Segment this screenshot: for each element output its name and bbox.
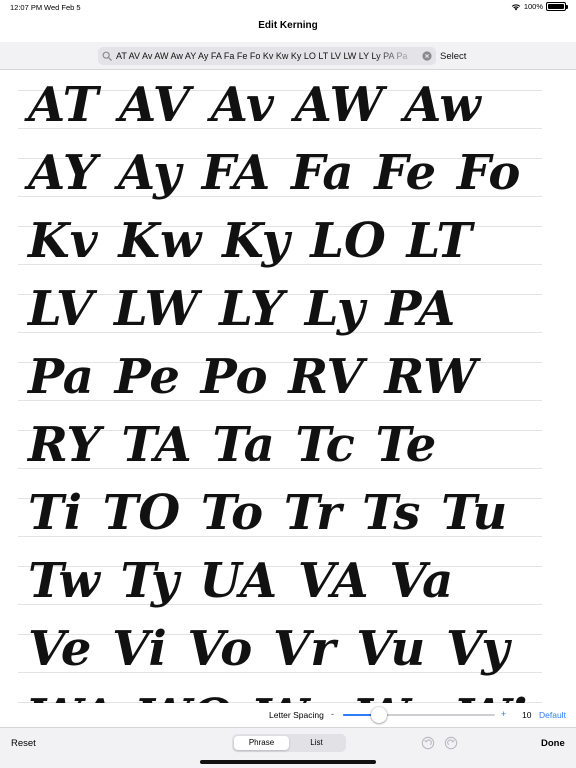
search-value: AT AV Av AW Aw AY Ay FA Fa Fe Fo Kv Kw K… bbox=[116, 51, 408, 61]
slider-thumb[interactable] bbox=[371, 707, 388, 723]
search-icon bbox=[102, 51, 112, 61]
phrase-line: Ve Vi Vo Vr Vu Vy bbox=[28, 621, 510, 677]
plus-label: + bbox=[501, 709, 507, 719]
battery-percent: 100% bbox=[523, 2, 543, 11]
select-button[interactable]: Select bbox=[440, 51, 466, 62]
clear-icon[interactable] bbox=[422, 51, 432, 61]
segment-list[interactable]: List bbox=[289, 736, 344, 750]
done-button[interactable]: Done bbox=[541, 738, 565, 749]
phrase-line: WA WO Wa We Wi bbox=[28, 688, 568, 703]
phrase-line: Pa Pe Po RV RW bbox=[28, 349, 478, 405]
home-indicator bbox=[200, 760, 376, 764]
phrase-line: Kv Kw Ky LO LT bbox=[28, 213, 473, 269]
letter-spacing-slider[interactable] bbox=[343, 714, 495, 716]
phrase-line: Ti TO To Tr Ts Tu bbox=[28, 485, 508, 541]
status-indicators: 100% bbox=[511, 2, 568, 11]
minus-label: - bbox=[331, 709, 334, 719]
phrase-line: RY TA Ta Tc Te bbox=[28, 417, 437, 473]
letter-spacing-control: Letter Spacing - + 10 Default bbox=[0, 703, 576, 727]
battery-icon bbox=[546, 2, 568, 11]
letter-spacing-value: 10 bbox=[522, 710, 532, 720]
phrase-line: Tw Ty UA VA Va bbox=[28, 553, 454, 609]
status-bar: 12:07 PM Wed Feb 5 100% bbox=[0, 0, 576, 14]
search-bar: AT AV Av AW Aw AY Ay FA Fa Fe Fo Kv Kw K… bbox=[0, 42, 576, 70]
bottom-toolbar: Reset Phrase List Done bbox=[0, 727, 576, 768]
status-time: 12:07 PM bbox=[10, 3, 43, 12]
kerning-preview[interactable]: AT AV Av AW Aw AY Ay FA Fa Fe Fo Kv Kw Ky … bbox=[0, 70, 576, 703]
page-title: Edit Kerning bbox=[258, 20, 318, 31]
wifi-icon bbox=[511, 3, 521, 10]
undo-icon[interactable] bbox=[421, 736, 435, 750]
default-button[interactable]: Default bbox=[539, 710, 566, 720]
letter-spacing-label: Letter Spacing bbox=[269, 710, 324, 720]
reset-button[interactable]: Reset bbox=[11, 738, 36, 749]
search-input[interactable]: AT AV Av AW Aw AY Ay FA Fa Fe Fo Kv Kw K… bbox=[98, 47, 436, 65]
phrase-line: AY Ay FA Fa Fe Fo bbox=[28, 145, 521, 201]
segment-phrase[interactable]: Phrase bbox=[234, 736, 289, 750]
status-date: Wed Feb 5 bbox=[44, 3, 81, 12]
redo-icon[interactable] bbox=[444, 736, 458, 750]
phrase-line: LV LW LY Ly PA bbox=[28, 281, 456, 337]
phrase-line: AT AV Av AW Aw bbox=[28, 77, 481, 133]
view-mode-segmented-control: Phrase List bbox=[232, 734, 346, 752]
